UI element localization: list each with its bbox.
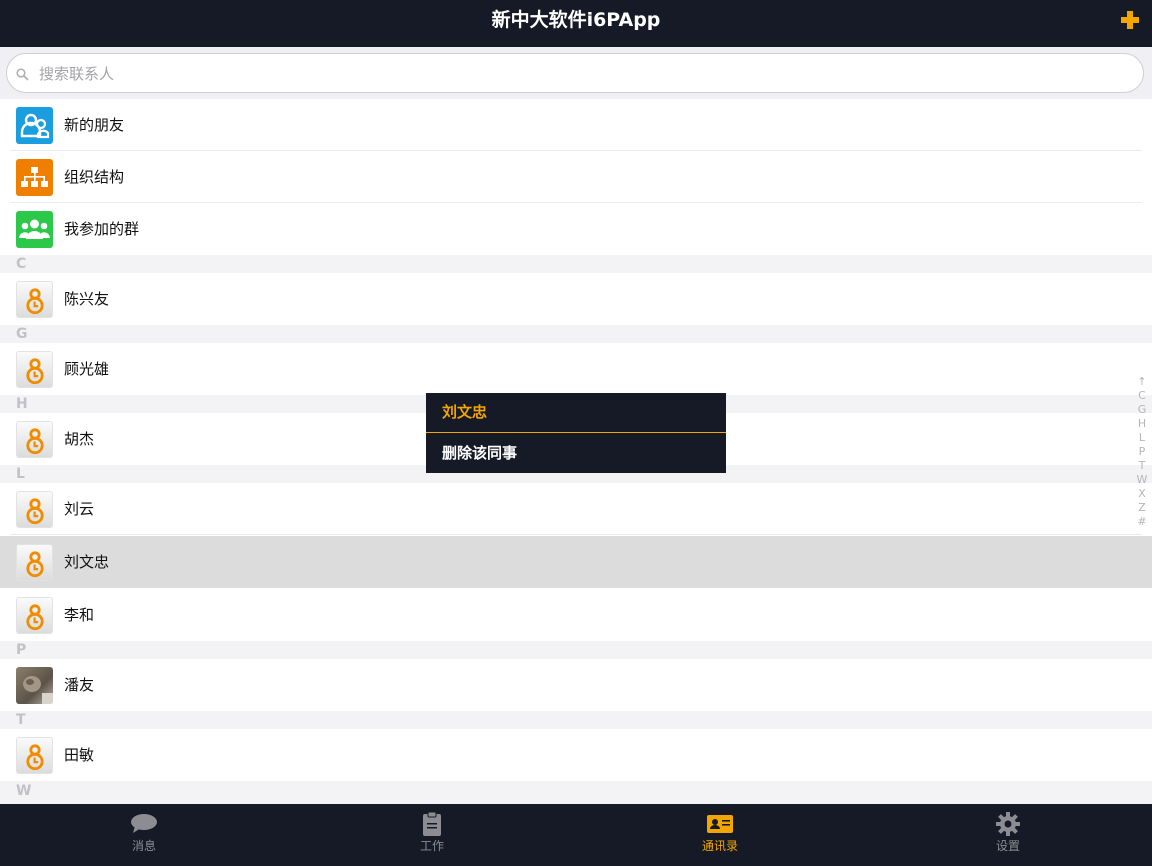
section-letter: W [16,783,32,799]
index-letter[interactable]: # [1133,515,1151,529]
contact-name: 李和 [64,606,95,624]
section-letter: H [16,396,28,412]
contact-name: 胡杰 [64,430,95,448]
new-friends-item[interactable]: 新的朋友 [0,99,1152,151]
search-icon [16,68,29,81]
index-letter[interactable]: C [1133,389,1151,403]
org-structure-label: 组织结构 [64,168,125,186]
index-letter[interactable]: T [1133,459,1151,473]
tab-label: 消息 [131,839,156,853]
new-friends-label: 新的朋友 [64,116,125,134]
divider [10,534,1142,535]
default-avatar-icon [16,351,53,388]
tab-contacts[interactable]: 通讯录 [576,804,864,866]
default-avatar-icon [16,491,53,528]
my-groups-label: 我参加的群 [64,220,140,238]
contact-action-popup: 刘文忠 删除该同事 [426,393,726,473]
index-letter[interactable]: H [1133,417,1151,431]
tab-messages[interactable]: 消息 [0,804,288,866]
contact-row[interactable]: 潘友 [0,659,1152,711]
tab-label: 设置 [995,839,1020,853]
default-avatar-icon [16,421,53,458]
section-header-t: T [0,711,1152,729]
tab-settings[interactable]: 设置 [864,804,1152,866]
gear-icon [996,812,1020,836]
app-title: 新中大软件i6PApp [491,9,661,31]
contact-name: 潘友 [64,676,95,694]
index-letter[interactable]: W [1133,473,1151,487]
contact-row[interactable]: 李和 [0,589,1152,641]
tab-label: 工作 [419,839,444,853]
index-letter[interactable]: P [1133,445,1151,459]
search-bar-area [0,47,1152,99]
index-letter[interactable]: G [1133,403,1151,417]
new-friends-icon [16,107,53,144]
add-plus-icon[interactable] [1120,10,1140,30]
tab-work[interactable]: 工作 [288,804,576,866]
section-letter: T [16,712,26,728]
contact-name: 刘云 [64,500,95,518]
alphabet-index[interactable]: ↑ C G H L P T W X Z # [1133,375,1151,529]
chat-bubble-icon [131,814,157,833]
default-avatar-icon [16,281,53,318]
contact-row[interactable]: 刘云 [0,483,1152,535]
search-box[interactable] [6,53,1144,94]
contact-name: 陈兴友 [64,290,110,308]
my-groups-item[interactable]: 我参加的群 [0,203,1152,255]
clipboard-icon [423,812,441,836]
section-letter: L [16,466,25,482]
default-avatar-icon [16,544,53,581]
search-input[interactable] [37,54,1131,94]
popup-title: 刘文忠 [442,403,488,421]
index-top[interactable]: ↑ [1133,375,1151,389]
section-header-c: C [0,255,1152,273]
delete-colleague-button[interactable]: 删除该同事 [426,433,726,473]
contact-row[interactable]: 陈兴友 [0,273,1152,325]
section-letter: P [16,642,27,658]
org-structure-item[interactable]: 组织结构 [0,151,1152,203]
index-letter[interactable]: Z [1133,501,1151,515]
contact-name: 刘文忠 [64,553,110,571]
section-header-w: W [0,781,1152,804]
default-avatar-icon [16,597,53,634]
groups-icon [16,211,53,248]
contact-card-icon [707,815,733,833]
photo-avatar [16,667,53,704]
contact-name: 顾光雄 [64,360,110,378]
index-letter[interactable]: L [1133,431,1151,445]
top-nav-bar: 新中大软件i6PApp [0,0,1152,47]
contact-row[interactable]: 顾光雄 [0,343,1152,395]
contact-name: 田敏 [64,746,95,764]
bottom-tab-bar: 消息 工作 通讯录 设置 [0,804,1152,866]
tab-label: 通讯录 [701,839,738,853]
section-letter: G [16,326,28,342]
contact-row-selected[interactable]: 刘文忠 [0,536,1152,588]
section-letter: C [16,256,27,272]
index-letter[interactable]: X [1133,487,1151,501]
default-avatar-icon [16,737,53,774]
section-header-p: P [0,641,1152,659]
section-header-g: G [0,325,1152,343]
org-structure-icon [16,159,53,196]
contact-row[interactable]: 田敏 [0,729,1152,781]
